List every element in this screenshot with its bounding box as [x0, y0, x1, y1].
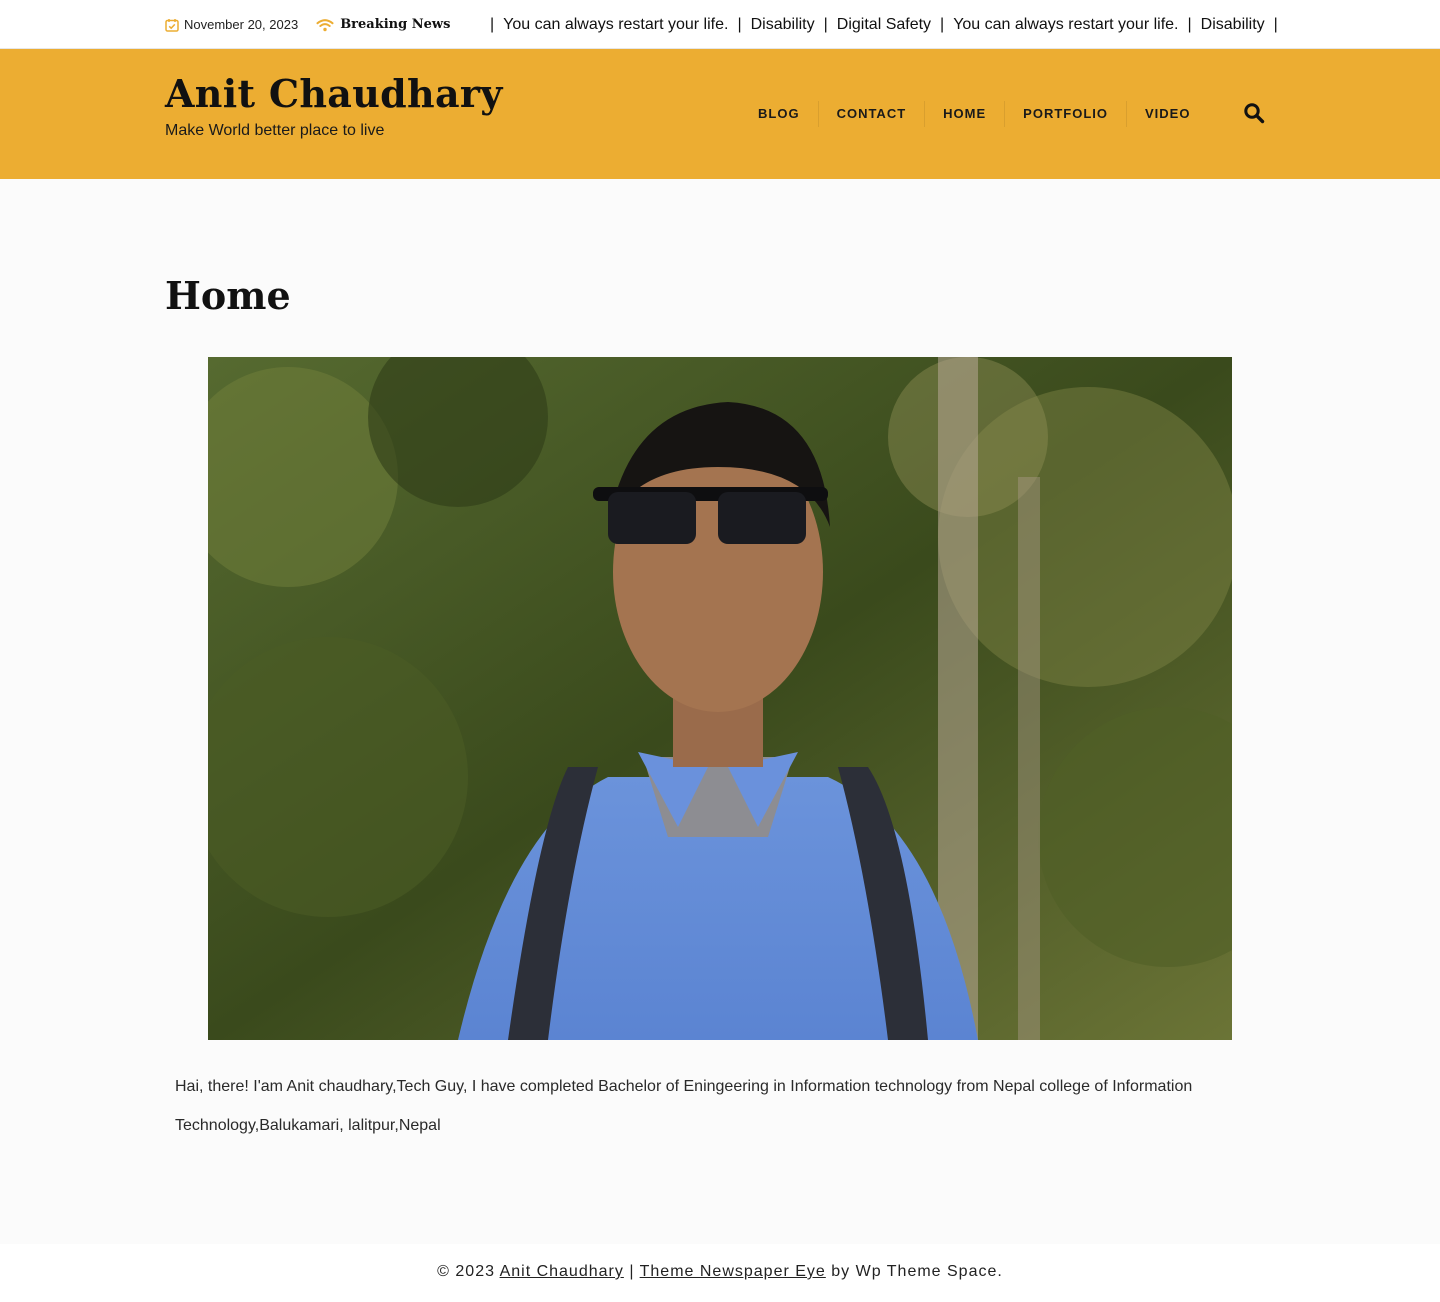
nav-item-blog[interactable]: BLOG: [740, 101, 818, 127]
footer-by-text: by Wp Theme Space.: [831, 1263, 1003, 1280]
ticker-separator: |: [823, 15, 828, 33]
profile-photo: [208, 357, 1232, 1040]
site-footer: © 2023 Anit Chaudhary | Theme Newspaper …: [0, 1244, 1440, 1302]
top-bar-inner: November 20, 2023 Breaking News | You ca…: [165, 0, 1278, 49]
footer-copyright: © 2023: [437, 1263, 495, 1280]
date-display: November 20, 2023: [165, 17, 298, 32]
calendar-icon: [165, 18, 179, 32]
nav-item-home[interactable]: HOME: [924, 101, 1004, 127]
site-tagline: Make World better place to live: [165, 122, 385, 139]
date-text: November 20, 2023: [184, 17, 299, 32]
nav-item-contact[interactable]: CONTACT: [817, 101, 925, 127]
main-nav: BLOG CONTACT HOME PORTFOLIO VIDEO: [740, 101, 1208, 127]
wifi-icon: [316, 18, 334, 32]
ticker-item[interactable]: Disability: [751, 16, 815, 34]
footer-divider: |: [629, 1263, 635, 1280]
ticker-separator: |: [490, 15, 495, 33]
site-title[interactable]: Anit Chaudhary: [165, 71, 503, 116]
search-icon[interactable]: [1243, 102, 1265, 124]
ticker-separator: |: [1273, 15, 1278, 33]
breaking-news: Breaking News: [316, 17, 450, 32]
site-header: Anit Chaudhary Make World better place t…: [0, 49, 1440, 179]
page-title: Home: [165, 273, 291, 318]
ticker-item[interactable]: Digital Safety: [837, 16, 931, 34]
footer-site-link[interactable]: Anit Chaudhary: [500, 1263, 624, 1280]
ticker-separator: |: [737, 15, 742, 33]
breaking-news-label: Breaking News: [340, 17, 451, 32]
nav-item-video[interactable]: VIDEO: [1126, 101, 1208, 127]
footer-theme-link[interactable]: Theme Newspaper Eye: [640, 1263, 826, 1280]
ticker-item[interactable]: You can always restart your life.: [503, 16, 728, 34]
top-bar: November 20, 2023 Breaking News | You ca…: [0, 0, 1440, 49]
ticker-separator: |: [1187, 15, 1192, 33]
ticker-separator: |: [940, 15, 945, 33]
news-ticker: | You can always restart your life. | Di…: [481, 0, 1281, 49]
intro-paragraph: Hai, there! I'am Anit chaudhary,Tech Guy…: [175, 1078, 1193, 1134]
ticker-item[interactable]: Disability: [1201, 16, 1265, 34]
ticker-item[interactable]: You can always restart your life.: [953, 16, 1178, 34]
nav-item-portfolio[interactable]: PORTFOLIO: [1004, 101, 1126, 127]
